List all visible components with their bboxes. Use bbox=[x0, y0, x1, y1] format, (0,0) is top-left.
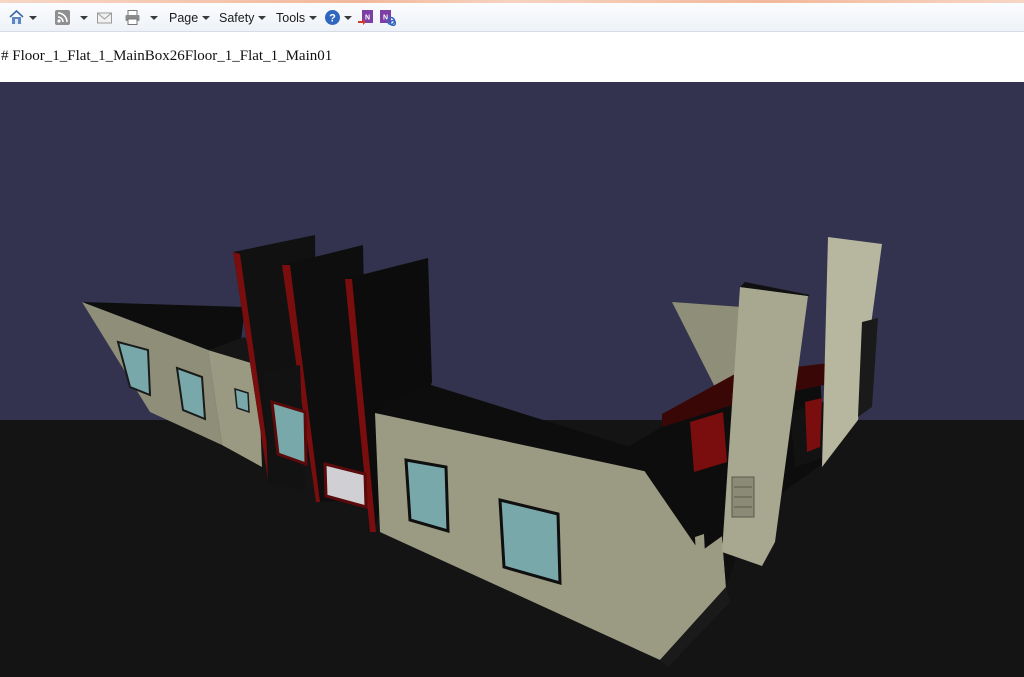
right-wing-red-wall bbox=[690, 412, 727, 472]
chevron-down-icon[interactable] bbox=[80, 15, 88, 20]
3d-viewport[interactable] bbox=[0, 82, 1024, 677]
home-icon bbox=[9, 9, 24, 24]
safety-menu-label: Safety bbox=[219, 10, 255, 25]
svg-text:N: N bbox=[365, 15, 370, 22]
onenote-send-button[interactable]: N bbox=[357, 8, 374, 27]
onenote-send-icon: N bbox=[358, 10, 373, 25]
feeds-button[interactable] bbox=[54, 8, 88, 27]
window bbox=[270, 399, 308, 467]
safety-menu[interactable]: Safety bbox=[219, 8, 267, 27]
svg-text:?: ? bbox=[329, 13, 336, 25]
mail-icon bbox=[97, 12, 112, 24]
chevron-down-icon[interactable] bbox=[150, 15, 158, 20]
tools-menu-label: Tools bbox=[276, 10, 306, 25]
help-icon: ? bbox=[325, 10, 340, 25]
small-window bbox=[695, 534, 705, 556]
page-menu-label: Page bbox=[169, 10, 199, 25]
read-mail-button[interactable] bbox=[96, 8, 113, 27]
command-bar: Page Safety Tools ? N N bbox=[0, 3, 1024, 32]
feeds-icon bbox=[55, 10, 70, 25]
window bbox=[404, 458, 450, 534]
home-button[interactable] bbox=[8, 8, 37, 27]
scene-node-title: # Floor_1_Flat_1_MainBox26Floor_1_Flat_1… bbox=[1, 48, 333, 64]
print-icon bbox=[125, 10, 140, 25]
tools-menu[interactable]: Tools bbox=[276, 8, 318, 27]
right-wing-red-strip bbox=[805, 398, 822, 452]
chevron-down-icon bbox=[202, 15, 211, 20]
chevron-down-icon[interactable] bbox=[344, 15, 352, 20]
chevron-down-icon bbox=[258, 15, 267, 20]
page-menu[interactable]: Page bbox=[169, 8, 211, 27]
3d-scene[interactable] bbox=[0, 82, 1024, 677]
chevron-down-icon[interactable] bbox=[29, 15, 37, 20]
print-button[interactable] bbox=[124, 8, 158, 27]
onenote-linked-icon: N bbox=[380, 10, 396, 26]
onenote-linked-button[interactable]: N bbox=[379, 8, 396, 27]
chevron-down-icon bbox=[309, 15, 318, 20]
help-button[interactable]: ? bbox=[324, 8, 352, 27]
document-header: # Floor_1_Flat_1_MainBox26Floor_1_Flat_1… bbox=[0, 32, 1024, 82]
window bbox=[234, 387, 250, 414]
